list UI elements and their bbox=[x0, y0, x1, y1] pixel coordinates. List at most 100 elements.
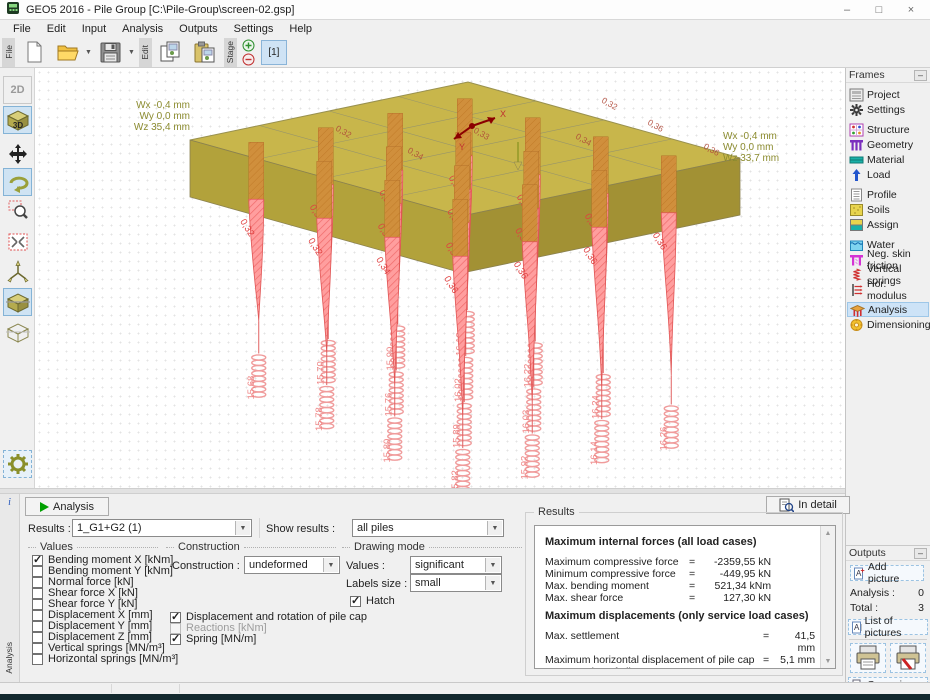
frames-title: Frames bbox=[849, 69, 914, 81]
results-combo[interactable]: 1_G1+G2 (1) bbox=[72, 519, 252, 537]
scroll-up-icon: ▲ bbox=[821, 526, 835, 540]
hatch-checkbox[interactable]: Hatch bbox=[350, 595, 395, 607]
sidebar-item-label: Soils bbox=[867, 204, 890, 216]
construction-combo[interactable]: undeformed bbox=[244, 556, 340, 574]
print-button[interactable] bbox=[850, 643, 886, 673]
menu-item-help[interactable]: Help bbox=[282, 22, 319, 36]
run-analysis-button[interactable]: Analysis bbox=[25, 497, 109, 516]
minimize-icon[interactable]: – bbox=[834, 4, 860, 16]
results-scrollbar[interactable]: ▲▼ bbox=[820, 526, 835, 668]
view-3d-button[interactable]: 3D bbox=[3, 106, 32, 134]
info-icon[interactable]: i bbox=[3, 497, 16, 510]
svg-text:A: A bbox=[854, 623, 860, 632]
view-2d-button[interactable]: 2D bbox=[3, 76, 32, 104]
open-dropdown-icon[interactable]: ▼ bbox=[85, 49, 92, 56]
geometry-icon bbox=[849, 138, 864, 152]
results-text-area[interactable]: Maximum internal forces (all load cases)… bbox=[534, 525, 836, 669]
menu-item-settings[interactable]: Settings bbox=[227, 22, 281, 36]
sidebar-item-profile[interactable]: Profile bbox=[847, 187, 929, 202]
svg-text:Wz 35,4 mm: Wz 35,4 mm bbox=[134, 122, 190, 133]
sidebar-item-label: Project bbox=[867, 89, 900, 101]
project-icon bbox=[849, 88, 864, 102]
hmod-icon bbox=[849, 283, 864, 297]
svg-text:15,89: 15,89 bbox=[451, 424, 462, 448]
sidebar-item-dimensioning[interactable]: Dimensioning bbox=[847, 317, 929, 332]
outputs-collapse-icon[interactable]: – bbox=[914, 548, 927, 559]
copy-picture-button[interactable] bbox=[156, 38, 186, 66]
sidebar-item-hmod[interactable]: Hor. modulus bbox=[847, 282, 929, 297]
values-section-title: Values bbox=[28, 541, 158, 553]
save-file-button[interactable] bbox=[96, 38, 126, 66]
dimensioning-icon bbox=[849, 318, 864, 332]
show-results-combo[interactable]: all piles bbox=[352, 519, 504, 537]
svg-text:15,70: 15,70 bbox=[315, 361, 326, 385]
tab-analysis[interactable]: Analysis bbox=[4, 642, 14, 674]
outputs-analysis-label: Analysis : bbox=[850, 587, 895, 599]
wireframe-view-icon[interactable] bbox=[3, 318, 32, 346]
svg-text:15,80: 15,80 bbox=[382, 439, 393, 463]
sidebar-item-structure[interactable]: Structure bbox=[847, 122, 929, 137]
menu-item-outputs[interactable]: Outputs bbox=[172, 22, 225, 36]
viewport-3d[interactable]: 16,130,3215,900,3416,220,3415,700,3316,0… bbox=[35, 68, 845, 488]
pan-icon[interactable] bbox=[3, 140, 32, 168]
outputs-analysis-count: 0 bbox=[918, 587, 924, 599]
svg-text:Wy 0,0 mm: Wy 0,0 mm bbox=[723, 142, 773, 153]
view-settings-gear-icon[interactable] bbox=[3, 450, 32, 478]
toolbar: File ▼ ▼ Edit Stage [1] bbox=[0, 37, 930, 68]
sidebar-item-assign[interactable]: Assign bbox=[847, 217, 929, 232]
sidebar-item-geometry[interactable]: Geometry bbox=[847, 137, 929, 152]
add-stage-icon[interactable] bbox=[241, 39, 257, 52]
svg-text:X: X bbox=[500, 109, 506, 119]
value-checkbox-9[interactable]: Horizontal springs [MN/m³] bbox=[32, 653, 178, 665]
new-file-button[interactable] bbox=[19, 38, 49, 66]
open-file-button[interactable] bbox=[53, 38, 83, 66]
solid-view-icon[interactable] bbox=[3, 288, 32, 316]
frames-list: Project Settings StructureGeometryMaterial… bbox=[846, 83, 930, 332]
sidebar-item-load[interactable]: Load bbox=[847, 167, 929, 182]
svg-text:15,78: 15,78 bbox=[314, 407, 325, 431]
drawing-values-combo[interactable]: significant bbox=[410, 556, 502, 574]
frames-collapse-icon[interactable]: – bbox=[914, 70, 927, 81]
sidebar-item-label: Settings bbox=[867, 104, 905, 116]
close-icon[interactable]: × bbox=[898, 4, 924, 16]
maximize-icon[interactable]: □ bbox=[866, 4, 892, 16]
sidebar-item-settings[interactable]: Settings bbox=[847, 102, 929, 117]
save-dropdown-icon[interactable]: ▼ bbox=[128, 49, 135, 56]
results-groupbox: Results Maximum internal forces (all loa… bbox=[525, 512, 843, 676]
analysis-tab-strip: i Analysis bbox=[0, 494, 20, 682]
results-row: Max. settlement41,5 mm bbox=[545, 630, 813, 654]
outputs-title: Outputs bbox=[849, 547, 914, 559]
axes-icon[interactable] bbox=[3, 258, 32, 286]
file-group-tab: File bbox=[2, 38, 15, 67]
svg-text:0,36: 0,36 bbox=[646, 117, 666, 134]
list-of-pictures-button[interactable]: A List of pictures bbox=[848, 619, 928, 635]
analysis-panel: Analysis In detail Results : 1_G1+G2 (1)… bbox=[20, 494, 845, 682]
add-picture-button[interactable]: A+ Add picture bbox=[850, 565, 924, 581]
sidebar-item-analysis[interactable]: Analysis bbox=[847, 302, 929, 317]
structure-icon bbox=[849, 123, 864, 137]
sidebar-item-label: Analysis bbox=[868, 304, 907, 316]
menu-item-edit[interactable]: Edit bbox=[40, 22, 73, 36]
zoom-window-icon[interactable] bbox=[3, 196, 32, 224]
rotate-icon[interactable] bbox=[3, 168, 32, 196]
menu-item-file[interactable]: File bbox=[6, 22, 38, 36]
print-selection-button[interactable] bbox=[890, 643, 926, 673]
outputs-total-label: Total : bbox=[850, 602, 878, 614]
results-row: Max. shear force127,30 kN bbox=[545, 592, 813, 604]
remove-stage-icon[interactable] bbox=[241, 53, 257, 66]
sidebar-item-material[interactable]: Material bbox=[847, 152, 929, 167]
stage-1-button[interactable]: [1] bbox=[261, 40, 287, 65]
svg-text:16,14: 16,14 bbox=[589, 441, 600, 465]
labels-size-label: Labels size : bbox=[346, 578, 407, 590]
play-icon bbox=[40, 502, 49, 512]
sidebar-item-project[interactable]: Project bbox=[847, 87, 929, 102]
zoom-extents-icon[interactable] bbox=[3, 228, 32, 256]
results-heading-1: Maximum internal forces (all load cases) bbox=[545, 536, 813, 548]
svg-text:+: + bbox=[861, 568, 865, 575]
construction-checkbox-2[interactable]: Spring [MN/m] bbox=[170, 633, 256, 645]
menu-item-input[interactable]: Input bbox=[75, 22, 113, 36]
paste-picture-button[interactable] bbox=[190, 38, 220, 66]
menu-item-analysis[interactable]: Analysis bbox=[115, 22, 170, 36]
sidebar-item-soils[interactable]: Soils bbox=[847, 202, 929, 217]
labels-size-combo[interactable]: small bbox=[410, 574, 502, 592]
